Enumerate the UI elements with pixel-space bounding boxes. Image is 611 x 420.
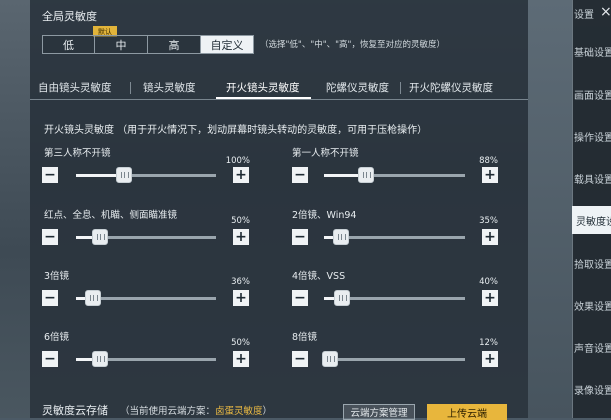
- tab-camera[interactable]: 镜头灵敏度: [143, 80, 196, 95]
- slider-percent: 100%: [225, 156, 250, 166]
- slider-label-red-dot: 红点、全息、机瞄、侧面瞄准镜: [44, 210, 178, 221]
- background-left: [0, 0, 30, 418]
- slider-percent: 35%: [479, 216, 498, 226]
- slider-percent: 50%: [231, 338, 250, 348]
- slider-label-4x-scope: 4倍镜、VSS: [292, 271, 346, 282]
- slider-plus-button[interactable]: +: [233, 351, 249, 367]
- slider-thumb[interactable]: [334, 290, 350, 306]
- background-gap: [528, 0, 572, 418]
- cloud-plan-prefix: （当前使用云端方案：: [120, 406, 216, 417]
- sidebar-item-basic[interactable]: 基础设置: [574, 37, 611, 65]
- cloud-plan-text: （当前使用云端方案：卤蛋灵敏度）: [120, 403, 272, 417]
- tab-fire-gyroscope[interactable]: 开火陀螺仪灵敏度: [409, 80, 493, 95]
- tab-free-camera[interactable]: 自由镜头灵敏度: [38, 80, 112, 95]
- slider-plus-button[interactable]: +: [482, 167, 498, 183]
- slider-minus-button[interactable]: −: [292, 290, 308, 306]
- slider-track[interactable]: [324, 167, 465, 183]
- slider-minus-button[interactable]: −: [42, 290, 58, 306]
- sidebar-item-controls[interactable]: 操作设置: [574, 122, 611, 150]
- slider-thumb[interactable]: [333, 229, 349, 245]
- slider-minus-button[interactable]: −: [42, 351, 58, 367]
- slider-track[interactable]: [76, 167, 216, 183]
- tab-fire-camera[interactable]: 开火镜头灵敏度: [226, 80, 300, 95]
- slider-percent: 12%: [479, 338, 498, 348]
- slider-thumb[interactable]: [92, 351, 108, 367]
- slider-thumb[interactable]: [85, 290, 101, 306]
- tab-divider: [400, 82, 401, 94]
- preset-low-button[interactable]: 低: [42, 35, 95, 54]
- slider-label-first-person: 第一人称不开镜: [292, 148, 359, 159]
- slider-thumb[interactable]: [322, 351, 338, 367]
- sidebar-item-graphics[interactable]: 画面设置: [574, 80, 611, 108]
- tab-gyroscope[interactable]: 陀螺仪灵敏度: [326, 80, 389, 95]
- slider-minus-button[interactable]: −: [292, 167, 308, 183]
- slider-track[interactable]: [76, 351, 216, 367]
- sidebar-item-sensitivity[interactable]: 灵敏度设置: [572, 206, 611, 234]
- cloud-plan-suffix: ）: [262, 406, 273, 417]
- slider-track[interactable]: [322, 351, 465, 367]
- slider-minus-button[interactable]: −: [292, 229, 308, 245]
- preset-hint: （选择"低"、"中"、"高"，恢复至对应的灵敏度）: [260, 40, 445, 50]
- preset-high-button[interactable]: 高: [147, 35, 201, 54]
- slider-percent: 88%: [479, 156, 498, 166]
- slider-label-6x-scope: 6倍镜: [44, 332, 70, 343]
- preset-custom-button[interactable]: 自定义: [200, 35, 254, 54]
- cloud-plan-name: 卤蛋灵敏度: [215, 406, 263, 417]
- slider-minus-button[interactable]: −: [42, 167, 58, 183]
- slider-track[interactable]: [324, 229, 465, 245]
- sidebar-item-sound[interactable]: 声音设置: [574, 333, 611, 361]
- sidebar-item-effects[interactable]: 效果设置: [574, 291, 611, 319]
- slider-thumb[interactable]: [358, 167, 374, 183]
- slider-plus-button[interactable]: +: [233, 290, 249, 306]
- slider-label-2x-scope: 2倍镜、Win94: [292, 210, 357, 221]
- sidebar-item-pickup[interactable]: 拾取设置: [574, 249, 611, 277]
- slider-percent: 40%: [479, 277, 498, 287]
- slider-minus-button[interactable]: −: [42, 229, 58, 245]
- slider-plus-button[interactable]: +: [233, 229, 249, 245]
- tab-divider: [130, 82, 131, 94]
- slider-percent: 50%: [231, 216, 250, 226]
- slider-label-8x-scope: 8倍镜: [292, 332, 318, 343]
- slider-plus-button[interactable]: +: [233, 167, 249, 183]
- preset-medium-button[interactable]: 中: [94, 35, 148, 54]
- slider-plus-button[interactable]: +: [482, 351, 498, 367]
- slider-thumb[interactable]: [92, 229, 108, 245]
- sidebar-item-recording[interactable]: 录像设置: [574, 375, 611, 403]
- slider-minus-button[interactable]: −: [292, 351, 308, 367]
- slider-label-third-person: 第三人称不开镜: [44, 148, 111, 159]
- slider-track[interactable]: [76, 229, 216, 245]
- slider-percent: 36%: [231, 277, 250, 287]
- slider-thumb[interactable]: [116, 167, 132, 183]
- section-description: 开火镜头灵敏度 （用于开火情况下，划动屏幕时镜头转动的灵敏度，可用于压枪操作）: [44, 125, 428, 136]
- slider-plus-button[interactable]: +: [482, 290, 498, 306]
- close-icon[interactable]: ×: [600, 4, 611, 20]
- cloud-storage-label: 灵敏度云存储: [42, 404, 108, 417]
- slider-track[interactable]: [324, 290, 465, 306]
- global-sensitivity-title: 全局灵敏度: [42, 10, 97, 23]
- slider-track[interactable]: [76, 290, 216, 306]
- sidebar-item-vehicle[interactable]: 载具设置: [574, 164, 611, 192]
- tab-underline: [30, 99, 528, 100]
- slider-plus-button[interactable]: +: [482, 229, 498, 245]
- slider-label-3x-scope: 3倍镜: [44, 271, 70, 282]
